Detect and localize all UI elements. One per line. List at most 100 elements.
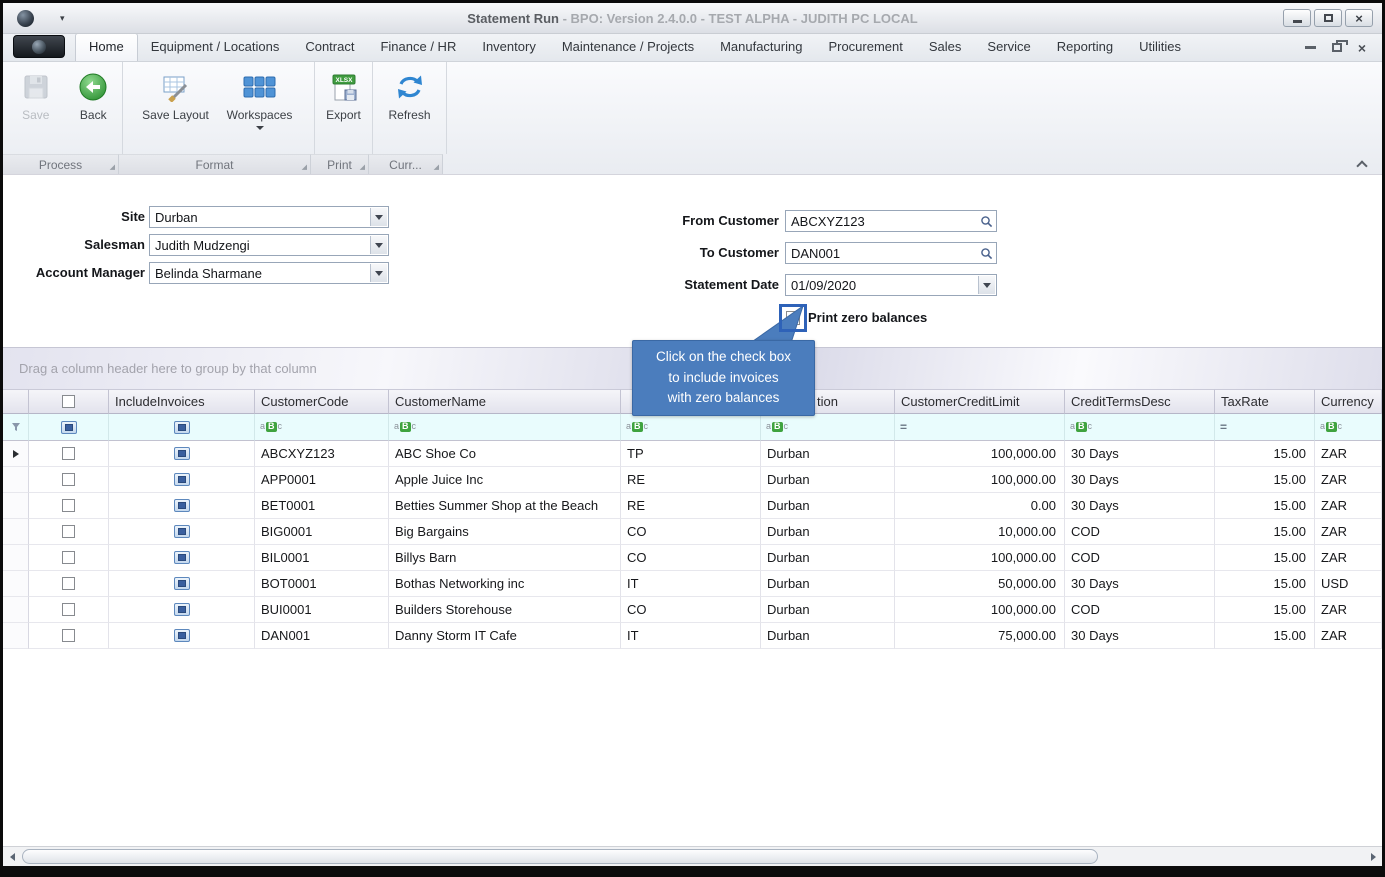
salesman-combo[interactable]: Judith Mudzengi xyxy=(149,234,389,256)
tab-procurement[interactable]: Procurement xyxy=(815,33,915,61)
dialog-launcher-icon[interactable]: ◢ xyxy=(302,164,307,171)
row-checkbox[interactable] xyxy=(62,551,75,564)
tab-finance-hr[interactable]: Finance / HR xyxy=(367,33,469,61)
search-icon[interactable] xyxy=(980,247,993,263)
tab-reporting[interactable]: Reporting xyxy=(1044,33,1126,61)
cell-tax-rate[interactable]: 15.00 xyxy=(1215,441,1315,467)
cell-customer-type[interactable]: RE xyxy=(621,467,761,493)
cell-customer-code[interactable]: BUI0001 xyxy=(255,597,389,623)
close-button[interactable]: × xyxy=(1345,9,1373,27)
cell-include-invoices[interactable] xyxy=(109,519,255,545)
select-all-checkbox[interactable] xyxy=(62,395,75,408)
tab-equipment-locations[interactable]: Equipment / Locations xyxy=(138,33,293,61)
cell-customer-code[interactable]: DAN001 xyxy=(255,623,389,649)
cell-site[interactable]: Durban xyxy=(761,545,895,571)
column-header-credit-terms[interactable]: CreditTermsDesc xyxy=(1065,389,1215,414)
cell-credit-terms[interactable]: 30 Days xyxy=(1065,441,1215,467)
cell-currency[interactable]: ZAR xyxy=(1315,597,1382,623)
cell-customer-code[interactable]: BIL0001 xyxy=(255,545,389,571)
maximize-button[interactable] xyxy=(1314,9,1342,27)
row-checkbox[interactable] xyxy=(62,473,75,486)
horizontal-scrollbar[interactable] xyxy=(3,846,1382,866)
dialog-launcher-icon[interactable]: ◢ xyxy=(434,164,439,171)
cell-currency[interactable]: ZAR xyxy=(1315,519,1382,545)
workspaces-dropdown-icon[interactable] xyxy=(255,126,264,130)
column-header-tax-rate[interactable]: TaxRate xyxy=(1215,389,1315,414)
dialog-launcher-icon[interactable]: ◢ xyxy=(360,164,365,171)
cell-customer-type[interactable]: TP xyxy=(621,441,761,467)
cell-customer-code[interactable]: BET0001 xyxy=(255,493,389,519)
cell-include-invoices[interactable] xyxy=(109,493,255,519)
cell-customer-type[interactable]: RE xyxy=(621,493,761,519)
statement-date-dropdown-button[interactable] xyxy=(978,276,995,294)
filter-cell-customer-name[interactable]: aBc xyxy=(389,414,621,441)
cell-currency[interactable]: ZAR xyxy=(1315,493,1382,519)
cell-currency[interactable]: ZAR xyxy=(1315,441,1382,467)
cell-credit-limit[interactable]: 0.00 xyxy=(895,493,1065,519)
cell-tax-rate[interactable]: 15.00 xyxy=(1215,597,1315,623)
tab-inventory[interactable]: Inventory xyxy=(469,33,548,61)
cell-site[interactable]: Durban xyxy=(761,571,895,597)
site-combo[interactable]: Durban xyxy=(149,206,389,228)
cell-customer-type[interactable]: CO xyxy=(621,519,761,545)
cell-select[interactable] xyxy=(29,571,109,597)
save-button[interactable]: Save xyxy=(8,65,64,154)
application-menu-button[interactable] xyxy=(13,35,65,58)
cell-credit-limit[interactable]: 100,000.00 xyxy=(895,441,1065,467)
cell-customer-name[interactable]: Betties Summer Shop at the Beach xyxy=(389,493,621,519)
cell-select[interactable] xyxy=(29,519,109,545)
cell-include-invoices[interactable] xyxy=(109,623,255,649)
scroll-left-button[interactable] xyxy=(3,848,21,865)
cell-include-invoices[interactable] xyxy=(109,467,255,493)
filter-cell-include-invoices[interactable] xyxy=(109,414,255,441)
cell-customer-name[interactable]: Billys Barn xyxy=(389,545,621,571)
filter-cell-currency[interactable]: aBc xyxy=(1315,414,1382,441)
filter-cell-credit-limit[interactable]: = xyxy=(895,414,1065,441)
cell-customer-type[interactable]: CO xyxy=(621,545,761,571)
cell-site[interactable]: Durban xyxy=(761,467,895,493)
statement-date-combo[interactable]: 01/09/2020 xyxy=(785,274,997,296)
search-icon[interactable] xyxy=(980,215,993,231)
cell-credit-terms[interactable]: 30 Days xyxy=(1065,623,1215,649)
tab-contract[interactable]: Contract xyxy=(292,33,367,61)
cell-credit-limit[interactable]: 100,000.00 xyxy=(895,597,1065,623)
filter-cell-credit-terms[interactable]: aBc xyxy=(1065,414,1215,441)
cell-currency[interactable]: USD xyxy=(1315,571,1382,597)
cell-currency[interactable]: ZAR xyxy=(1315,545,1382,571)
cell-credit-limit[interactable]: 50,000.00 xyxy=(895,571,1065,597)
column-header-customer-name[interactable]: CustomerName xyxy=(389,389,621,414)
dialog-launcher-icon[interactable]: ◢ xyxy=(110,164,115,171)
cell-include-invoices[interactable] xyxy=(109,571,255,597)
tab-service[interactable]: Service xyxy=(974,33,1043,61)
from-customer-input[interactable]: ABCXYZ123 xyxy=(785,210,997,232)
row-checkbox[interactable] xyxy=(62,577,75,590)
cell-customer-type[interactable]: IT xyxy=(621,571,761,597)
workspaces-button[interactable]: Workspaces xyxy=(218,65,302,154)
cell-select[interactable] xyxy=(29,597,109,623)
cell-credit-terms[interactable]: COD xyxy=(1065,597,1215,623)
to-customer-input[interactable]: DAN001 xyxy=(785,242,997,264)
quick-access-dropdown-icon[interactable]: ▾ xyxy=(60,13,65,24)
cell-tax-rate[interactable]: 15.00 xyxy=(1215,623,1315,649)
cell-credit-limit[interactable]: 10,000.00 xyxy=(895,519,1065,545)
cell-customer-type[interactable]: IT xyxy=(621,623,761,649)
cell-credit-terms[interactable]: 30 Days xyxy=(1065,493,1215,519)
cell-customer-name[interactable]: Big Bargains xyxy=(389,519,621,545)
account-manager-dropdown-button[interactable] xyxy=(370,264,387,282)
salesman-dropdown-button[interactable] xyxy=(370,236,387,254)
cell-customer-name[interactable]: Danny Storm IT Cafe xyxy=(389,623,621,649)
cell-select[interactable] xyxy=(29,545,109,571)
cell-include-invoices[interactable] xyxy=(109,545,255,571)
cell-select[interactable] xyxy=(29,623,109,649)
cell-tax-rate[interactable]: 15.00 xyxy=(1215,571,1315,597)
row-checkbox[interactable] xyxy=(62,447,75,460)
cell-site[interactable]: Durban xyxy=(761,519,895,545)
filter-cell-site[interactable]: aBc xyxy=(761,414,895,441)
cell-site[interactable]: Durban xyxy=(761,623,895,649)
table-row[interactable]: DAN001 Danny Storm IT Cafe IT Durban 75,000.… xyxy=(3,623,1382,649)
filter-row-indicator[interactable] xyxy=(3,414,29,441)
column-header-credit-limit[interactable]: CustomerCreditLimit xyxy=(895,389,1065,414)
column-header-include-invoices[interactable]: IncludeInvoices xyxy=(109,389,255,414)
cell-select[interactable] xyxy=(29,493,109,519)
table-row[interactable]: BOT0001 Bothas Networking inc IT Durban 50,0… xyxy=(3,571,1382,597)
